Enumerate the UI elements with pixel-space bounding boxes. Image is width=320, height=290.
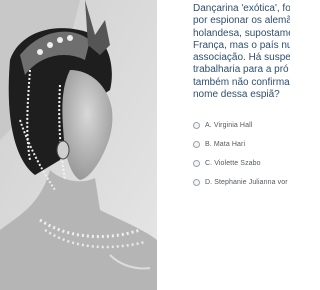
portrait-image <box>0 0 157 290</box>
question-line: Dançarina 'exótica', fo <box>193 3 290 14</box>
option-label: A. Virginia Hall <box>205 122 253 129</box>
option-d[interactable]: D. Stephanie Julianna vor <box>193 173 290 192</box>
question-line: França, mas o país nu <box>193 39 290 51</box>
radio-icon[interactable] <box>193 160 200 167</box>
option-c[interactable]: C. Violette Szabo <box>193 154 290 173</box>
radio-icon[interactable] <box>193 141 200 148</box>
option-label: C. Violette Szabo <box>205 160 261 167</box>
radio-icon[interactable] <box>193 179 200 186</box>
answer-options: A. Virginia Hall B. Mata Hari C. Violett… <box>193 116 290 192</box>
question-line: trabalharia para a pró <box>193 64 289 76</box>
question-line: por espionar os alemã <box>193 15 290 27</box>
question-line: nome dessa espiã? <box>193 89 280 101</box>
option-a[interactable]: A. Virginia Hall <box>193 116 290 135</box>
quiz-page: Dançarina 'exótica', fo por espionar os … <box>0 0 290 290</box>
radio-icon[interactable] <box>193 122 200 129</box>
portrait-photo <box>0 0 157 290</box>
question-line: holandesa, supostame <box>193 27 290 39</box>
option-b[interactable]: B. Mata Hari <box>193 135 290 154</box>
question-line: também não confirma <box>193 76 290 88</box>
option-label: D. Stephanie Julianna vor <box>205 179 288 186</box>
option-label: B. Mata Hari <box>205 141 246 148</box>
question-line: associação. Há suspei <box>193 52 290 64</box>
